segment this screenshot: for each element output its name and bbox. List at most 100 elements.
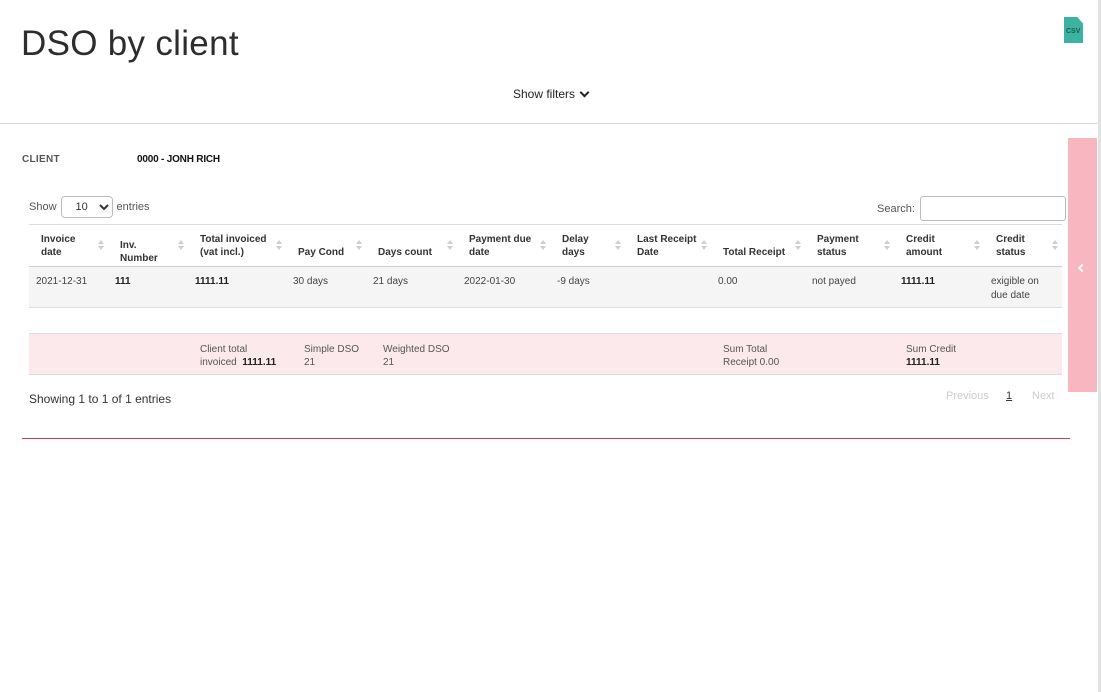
sum-credit-label: Sum Credit xyxy=(906,344,957,355)
credit-status-l1: exigible on xyxy=(991,276,1039,287)
summary-row: Client total invoiced 1111.11 Simple DSO… xyxy=(29,333,1062,375)
cell-credit-amount: 1111.11 xyxy=(894,266,984,308)
cell-total-receipt: 0.00 xyxy=(711,266,805,308)
csv-icon-label: CSV xyxy=(1066,28,1081,35)
table-header-row: Invoice date Inv. Number Total invoiced (v… xyxy=(29,224,1062,267)
cell-delay-days: -9 days xyxy=(550,266,625,308)
sum-credit-value: 1111.11 xyxy=(906,357,940,368)
sort-icon xyxy=(884,240,890,251)
search-input[interactable] xyxy=(919,196,1066,221)
col-label-l1: Invoice xyxy=(41,233,76,245)
cell-total-invoiced: 1111.11 xyxy=(188,266,286,308)
col-days-count[interactable]: Days count xyxy=(366,224,457,267)
summary-sum-receipt: Sum Total Receipt 0.00 xyxy=(723,343,779,369)
entries-select[interactable]: 10 xyxy=(60,196,113,218)
entries-length-control: Show 10 entries xyxy=(29,196,150,218)
col-label-l2: Days count xyxy=(378,246,432,258)
weighted-dso-value: 21 xyxy=(383,357,395,368)
col-label-l1: Credit xyxy=(996,233,1025,245)
next-button[interactable]: Next xyxy=(1032,390,1055,402)
header-divider xyxy=(0,123,1098,124)
col-delay-days[interactable]: Delay days xyxy=(550,224,625,267)
show-filters-toggle[interactable]: Show filters xyxy=(513,87,590,101)
chevron-down-icon xyxy=(579,87,590,97)
cell-days-count: 21 days xyxy=(366,266,457,308)
summary-sum-credit: Sum Credit 1111.11 xyxy=(906,343,956,369)
col-label-l2: date xyxy=(41,246,62,258)
client-label: CLIENT xyxy=(22,154,60,165)
col-credit-amount[interactable]: Credit amount xyxy=(894,224,984,267)
sort-icon xyxy=(276,240,282,251)
sort-icon xyxy=(98,240,104,251)
col-label-l2: Total Receipt xyxy=(723,246,786,258)
cell-payment-due-date: 2022-01-30 xyxy=(457,266,550,308)
sort-icon xyxy=(974,240,980,251)
col-payment-status[interactable]: Payment status xyxy=(805,224,894,267)
chevron-left-icon xyxy=(1077,263,1087,273)
cell-last-receipt-date xyxy=(625,266,711,308)
show-label: Show xyxy=(29,201,57,213)
col-inv-number[interactable]: Inv. Number xyxy=(108,224,188,267)
table-row: 2021-12-31 111 1111.11 30 days 21 days 2… xyxy=(29,266,1062,308)
simple-dso-label: Simple DSO xyxy=(304,344,360,355)
col-label-l1: Payment xyxy=(817,233,859,245)
sort-icon xyxy=(178,240,184,251)
sort-icon xyxy=(540,240,546,251)
col-invoice-date[interactable]: Invoice date xyxy=(29,224,108,267)
col-label-l1: Total invoiced xyxy=(200,233,267,245)
col-total-receipt[interactable]: Total Receipt xyxy=(711,224,805,267)
col-credit-status[interactable]: Credit status xyxy=(984,224,1062,267)
summary-client-total: Client total invoiced 1111.11 xyxy=(200,343,276,369)
col-label-l2: Pay Cond xyxy=(298,246,345,258)
sum-receipt-l2: Receipt 0.00 xyxy=(723,357,780,368)
col-last-receipt-date[interactable]: Last Receipt Date xyxy=(625,224,711,267)
summary-simple-dso: Simple DSO 21 xyxy=(304,343,359,369)
entries-label: entries xyxy=(116,201,150,213)
col-label-l2: amount xyxy=(906,246,943,258)
dso-table: Invoice date Inv. Number Total invoiced (v… xyxy=(29,224,1062,308)
client-total-label-l2: invoiced xyxy=(200,357,237,368)
page-title: DSO by client xyxy=(21,24,239,63)
col-label-l2: date xyxy=(469,246,490,258)
cell-credit-status: exigible on due date xyxy=(984,266,1062,308)
col-label-l2: Inv. Number xyxy=(120,240,158,264)
col-label-l2: Date xyxy=(637,246,659,258)
previous-button[interactable]: Previous xyxy=(946,390,989,402)
sort-icon xyxy=(701,240,707,251)
col-total-invoiced[interactable]: Total invoiced (vat incl.) xyxy=(188,224,286,267)
search-control: Search: xyxy=(877,196,1066,221)
client-value: 0000 - JONH RICH xyxy=(137,154,220,165)
search-label: Search: xyxy=(877,202,915,215)
client-total-label-l1: Client total xyxy=(200,344,248,355)
col-label-l2: status xyxy=(996,246,1026,258)
side-panel-toggle[interactable] xyxy=(1068,138,1097,392)
sort-icon xyxy=(1052,240,1058,251)
credit-status-l2: due date xyxy=(991,290,1030,301)
section-divider xyxy=(22,438,1070,439)
show-filters-label: Show filters xyxy=(513,87,576,101)
sort-icon xyxy=(356,240,362,251)
sort-icon xyxy=(615,240,621,251)
cell-pay-cond: 30 days xyxy=(286,266,366,308)
weighted-dso-label: Weighted DSO xyxy=(383,344,450,355)
col-pay-cond[interactable]: Pay Cond xyxy=(286,224,366,267)
cell-payment-status: not payed xyxy=(805,266,894,308)
client-total-value: 1111.11 xyxy=(242,357,277,368)
col-label-l2: (vat incl.) xyxy=(200,246,244,258)
sort-icon xyxy=(795,240,801,251)
cell-inv-number: 111 xyxy=(108,266,188,308)
col-label-l1: Delay xyxy=(562,233,589,245)
sort-icon xyxy=(447,240,453,251)
col-payment-due-date[interactable]: Payment due date xyxy=(457,224,550,267)
col-label-l1: Credit xyxy=(906,233,935,245)
simple-dso-value: 21 xyxy=(304,357,316,368)
csv-file-icon[interactable]: CSV xyxy=(1064,17,1083,43)
cell-invoice-date: 2021-12-31 xyxy=(29,266,108,308)
table-info: Showing 1 to 1 of 1 entries xyxy=(29,392,172,406)
col-label-l2: days xyxy=(562,246,585,258)
col-label-l2: status xyxy=(817,246,847,258)
sum-receipt-l1: Sum Total xyxy=(723,344,768,355)
col-label-l1: Last Receipt xyxy=(637,233,697,245)
page-1-button[interactable]: 1 xyxy=(1006,390,1012,402)
col-label-l1: Payment due xyxy=(469,233,532,245)
